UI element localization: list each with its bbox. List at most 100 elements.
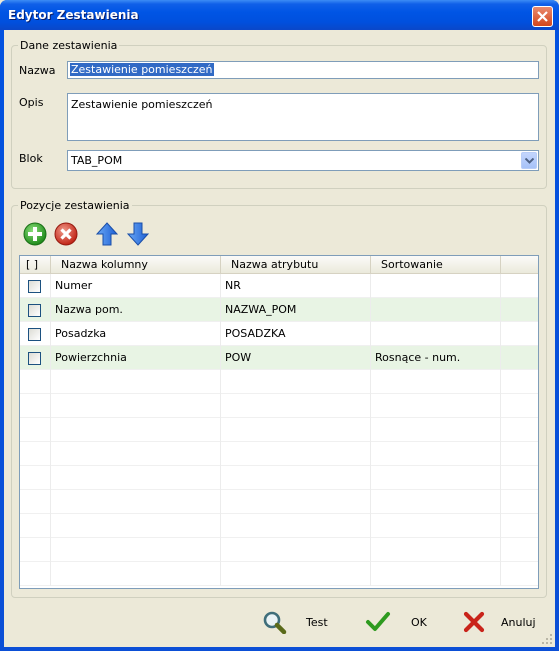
empty-row bbox=[20, 466, 538, 490]
cell-sort bbox=[371, 490, 501, 514]
checkbox-cell bbox=[20, 274, 51, 298]
checkbox-cell bbox=[20, 538, 51, 562]
column-header-nazwa-kolumny[interactable]: Nazwa kolumny bbox=[51, 256, 221, 274]
filler-cell bbox=[501, 370, 538, 394]
cell-atrybut: NAZWA_POM bbox=[221, 298, 371, 322]
checkbox-cell bbox=[20, 562, 51, 586]
blok-dropdown-button[interactable] bbox=[521, 152, 537, 169]
column-header-sortowanie[interactable]: Sortowanie bbox=[371, 256, 501, 274]
cross-icon bbox=[463, 611, 485, 633]
window-title: Edytor Zestawienia bbox=[8, 8, 139, 22]
empty-row bbox=[20, 370, 538, 394]
checkbox-cell bbox=[20, 322, 51, 346]
cell-atrybut bbox=[221, 490, 371, 514]
close-button[interactable] bbox=[532, 6, 553, 27]
cell-nazwa bbox=[51, 490, 221, 514]
magnifier-icon bbox=[263, 611, 287, 634]
row-checkbox[interactable] bbox=[28, 280, 41, 293]
empty-row bbox=[20, 490, 538, 514]
filler-cell bbox=[501, 394, 538, 418]
filler-cell bbox=[501, 322, 538, 346]
delete-button[interactable] bbox=[54, 222, 78, 246]
empty-row bbox=[20, 442, 538, 466]
cell-sort bbox=[371, 442, 501, 466]
cell-nazwa bbox=[51, 538, 221, 562]
empty-row bbox=[20, 418, 538, 442]
cell-sort bbox=[371, 466, 501, 490]
cell-atrybut bbox=[221, 442, 371, 466]
cell-atrybut bbox=[221, 538, 371, 562]
table-row[interactable]: Nazwa pom. NAZWA_POM bbox=[20, 298, 538, 322]
filler-cell bbox=[501, 442, 538, 466]
cell-nazwa: Powierzchnia bbox=[51, 346, 221, 370]
cell-atrybut bbox=[221, 394, 371, 418]
cell-atrybut bbox=[221, 418, 371, 442]
cell-sort bbox=[371, 514, 501, 538]
move-down-button[interactable] bbox=[126, 222, 150, 246]
cell-sort: Rosnące - num. bbox=[371, 346, 501, 370]
chevron-down-icon bbox=[524, 157, 534, 164]
opis-label: Opis bbox=[19, 96, 44, 109]
filler-cell bbox=[501, 418, 538, 442]
cell-sort bbox=[371, 418, 501, 442]
cell-nazwa bbox=[51, 514, 221, 538]
row-checkbox[interactable] bbox=[28, 328, 41, 341]
table-row[interactable]: Numer NR bbox=[20, 274, 538, 298]
column-header-checkbox[interactable]: [ ] bbox=[20, 256, 51, 274]
cell-nazwa: Numer bbox=[51, 274, 221, 298]
test-button-label: Test bbox=[306, 615, 328, 629]
move-up-button[interactable] bbox=[95, 222, 119, 246]
checkbox-cell bbox=[20, 418, 51, 442]
cell-nazwa bbox=[51, 394, 221, 418]
cell-sort bbox=[371, 370, 501, 394]
row-checkbox[interactable] bbox=[28, 304, 41, 317]
positions-grid[interactable]: [ ] Nazwa kolumny Nazwa atrybutu Sortowa… bbox=[19, 255, 539, 589]
column-header-nazwa-atrybutu[interactable]: Nazwa atrybutu bbox=[221, 256, 371, 274]
cell-atrybut bbox=[221, 466, 371, 490]
checkbox-cell bbox=[20, 394, 51, 418]
checkbox-cell bbox=[20, 514, 51, 538]
ok-button[interactable]: OK bbox=[365, 610, 427, 634]
empty-row bbox=[20, 394, 538, 418]
row-checkbox[interactable] bbox=[28, 352, 41, 365]
cell-nazwa bbox=[51, 562, 221, 586]
cell-nazwa bbox=[51, 370, 221, 394]
cell-sort bbox=[371, 322, 501, 346]
resize-grip-icon[interactable] bbox=[541, 633, 553, 645]
cancel-button[interactable]: Anuluj bbox=[461, 610, 536, 634]
checkbox-cell bbox=[20, 298, 51, 322]
nazwa-value: Zestawienie pomieszczeń bbox=[70, 63, 214, 76]
filler-cell bbox=[501, 346, 538, 370]
opis-textarea[interactable]: Zestawienie pomieszczeń bbox=[67, 93, 539, 141]
move-down-icon bbox=[126, 222, 150, 246]
cell-nazwa bbox=[51, 442, 221, 466]
checkmark-icon bbox=[366, 612, 390, 631]
cell-atrybut: POW bbox=[221, 346, 371, 370]
cell-atrybut: NR bbox=[221, 274, 371, 298]
cell-atrybut: POSADZKA bbox=[221, 322, 371, 346]
pozycje-zestawienia-legend: Pozycje zestawienia bbox=[18, 199, 132, 212]
grid-header: [ ] Nazwa kolumny Nazwa atrybutu Sortowa… bbox=[20, 256, 538, 274]
checkbox-cell bbox=[20, 442, 51, 466]
cell-atrybut bbox=[221, 562, 371, 586]
test-button[interactable]: Test bbox=[262, 610, 328, 634]
cell-nazwa bbox=[51, 466, 221, 490]
empty-row bbox=[20, 562, 538, 586]
table-row[interactable]: Powierzchnia POW Rosnące - num. bbox=[20, 346, 538, 370]
cell-sort bbox=[371, 274, 501, 298]
blok-value: TAB_POM bbox=[71, 154, 123, 167]
blok-select[interactable]: TAB_POM bbox=[67, 150, 539, 171]
cell-sort bbox=[371, 394, 501, 418]
cancel-button-label: Anuluj bbox=[501, 615, 536, 629]
cell-sort bbox=[371, 298, 501, 322]
cell-atrybut bbox=[221, 370, 371, 394]
move-up-icon bbox=[95, 222, 119, 246]
dialog-body: Dane zestawienia Nazwa Zestawienie pomie… bbox=[4, 30, 555, 647]
title-bar[interactable]: Edytor Zestawienia bbox=[0, 0, 559, 30]
table-row[interactable]: Posadzka POSADZKA bbox=[20, 322, 538, 346]
nazwa-input[interactable]: Zestawienie pomieszczeń bbox=[67, 61, 539, 79]
delete-icon bbox=[54, 222, 78, 246]
add-button[interactable] bbox=[23, 222, 47, 246]
empty-row bbox=[20, 514, 538, 538]
checkbox-cell bbox=[20, 370, 51, 394]
